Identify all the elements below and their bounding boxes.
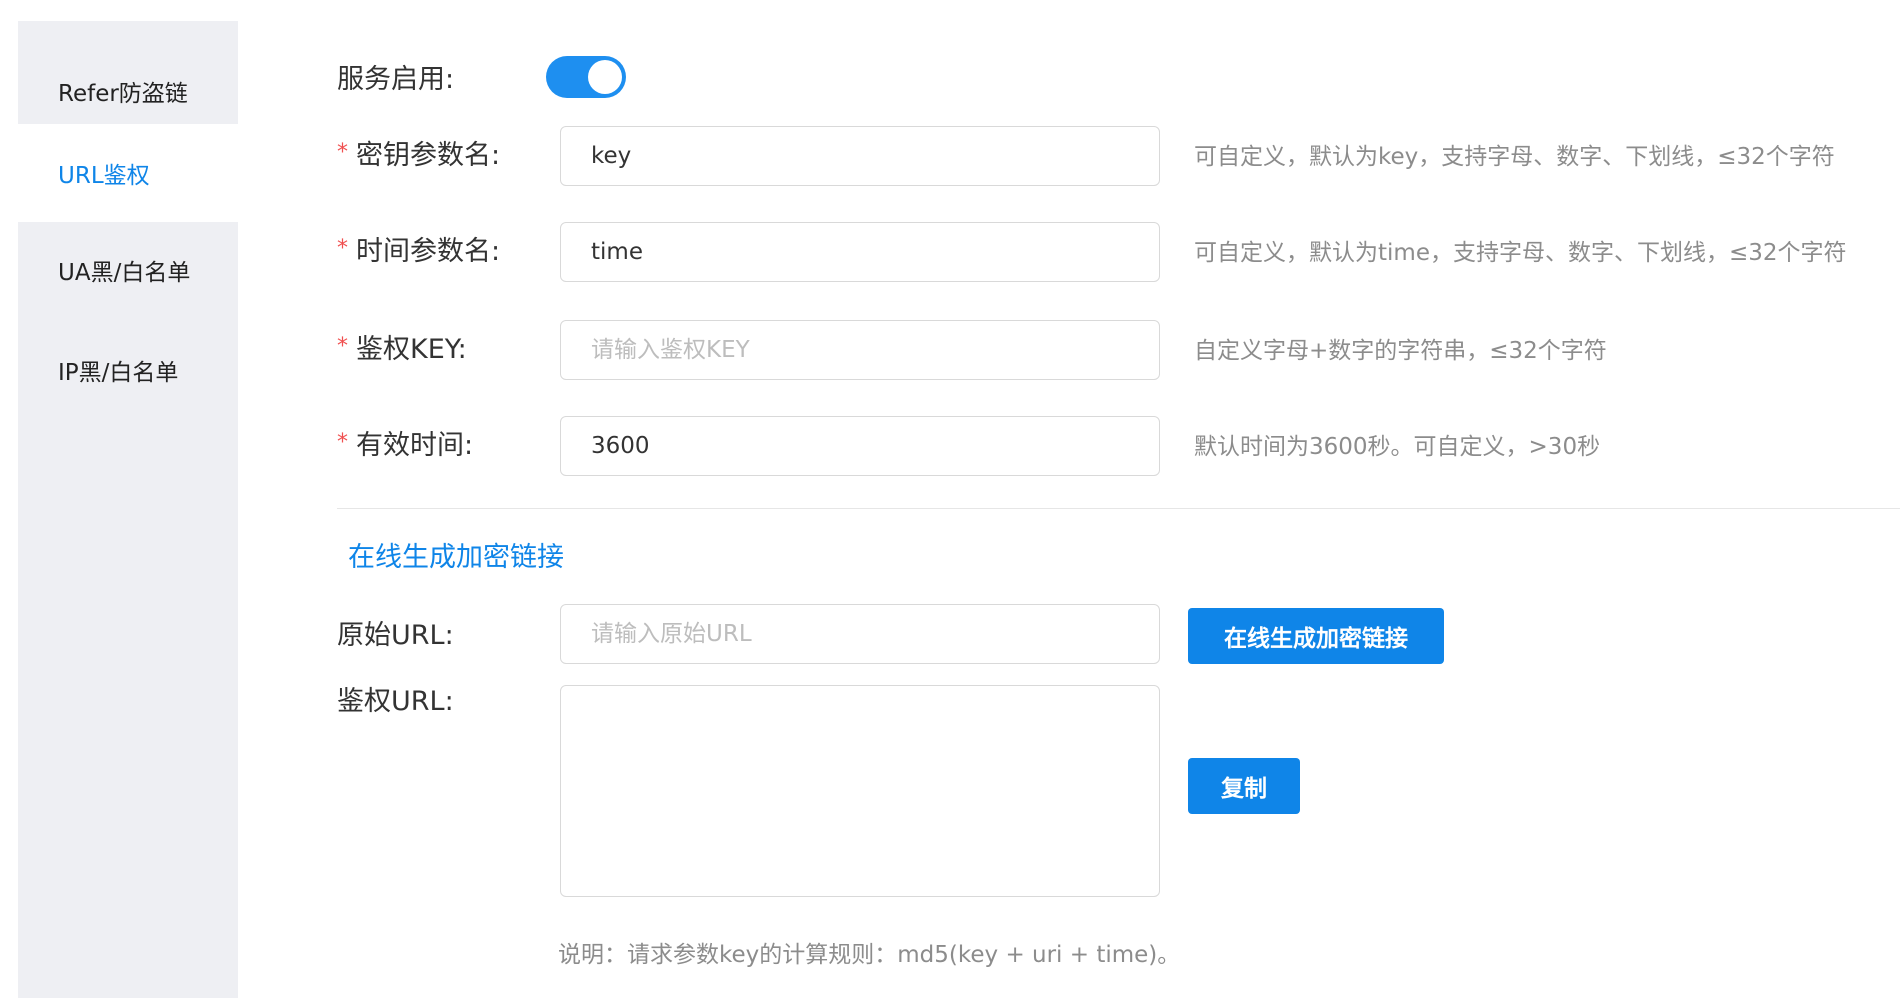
time-param-label: * 时间参数名: bbox=[337, 228, 500, 268]
sidebar-item-label: Refer防盗链 bbox=[58, 81, 188, 107]
key-param-input[interactable] bbox=[560, 126, 1160, 186]
sidebar-item-label: URL鉴权 bbox=[58, 163, 150, 189]
service-enable-label: 服务启用: bbox=[337, 63, 455, 95]
valid-time-label-text: 有效时间: bbox=[356, 429, 474, 461]
sidebar-item-label: IP黑/白名单 bbox=[58, 360, 179, 386]
time-param-label-text: 时间参数名: bbox=[356, 235, 501, 267]
time-param-hint: 可自定义，默认为time，支持字母、数字、下划线，≤32个字符 bbox=[1194, 240, 1847, 266]
required-mark: * bbox=[337, 333, 348, 359]
auth-url-textarea[interactable] bbox=[560, 685, 1160, 897]
sidebar-item-url-auth[interactable]: URL鉴权 bbox=[18, 124, 238, 222]
valid-time-label: * 有效时间: bbox=[337, 422, 473, 462]
required-mark: * bbox=[337, 235, 348, 261]
generate-link-button[interactable]: 在线生成加密链接 bbox=[1188, 608, 1444, 664]
sidebar-item-ua-list[interactable]: UA黑/白名单 bbox=[18, 221, 238, 319]
valid-time-input[interactable] bbox=[560, 416, 1160, 476]
sidebar-item-ip-list[interactable]: IP黑/白名单 bbox=[18, 321, 238, 419]
origin-url-label: 原始URL: bbox=[337, 619, 454, 651]
origin-url-input[interactable] bbox=[560, 604, 1160, 664]
auth-key-input[interactable] bbox=[560, 320, 1160, 380]
required-mark: * bbox=[337, 139, 348, 165]
toggle-knob bbox=[588, 60, 622, 94]
page-root: Refer防盗链 URL鉴权 UA黑/白名单 IP黑/白名单 服务启用: * 密… bbox=[0, 0, 1900, 998]
service-enable-toggle[interactable] bbox=[546, 56, 626, 98]
auth-key-hint: 自定义字母+数字的字符串，≤32个字符 bbox=[1194, 338, 1607, 364]
valid-time-hint: 默认时间为3600秒。可自定义，>30秒 bbox=[1194, 434, 1601, 460]
key-param-label-text: 密钥参数名: bbox=[356, 139, 501, 171]
time-param-input[interactable] bbox=[560, 222, 1160, 282]
auth-url-label: 鉴权URL: bbox=[337, 685, 454, 717]
auth-key-label: * 鉴权KEY: bbox=[337, 326, 467, 366]
calc-rule-note: 说明：请求参数key的计算规则：md5(key + uri + time)。 bbox=[558, 942, 1181, 968]
sidebar-item-label: UA黑/白名单 bbox=[58, 260, 191, 286]
copy-button[interactable]: 复制 bbox=[1188, 758, 1300, 814]
generator-section-title: 在线生成加密链接 bbox=[348, 541, 564, 573]
key-param-hint: 可自定义，默认为key，支持字母、数字、下划线，≤32个字符 bbox=[1194, 144, 1835, 170]
section-divider bbox=[337, 508, 1900, 509]
required-mark: * bbox=[337, 429, 348, 455]
auth-key-label-text: 鉴权KEY: bbox=[356, 333, 467, 365]
key-param-label: * 密钥参数名: bbox=[337, 132, 500, 172]
sidebar: Refer防盗链 URL鉴权 UA黑/白名单 IP黑/白名单 bbox=[18, 21, 238, 998]
